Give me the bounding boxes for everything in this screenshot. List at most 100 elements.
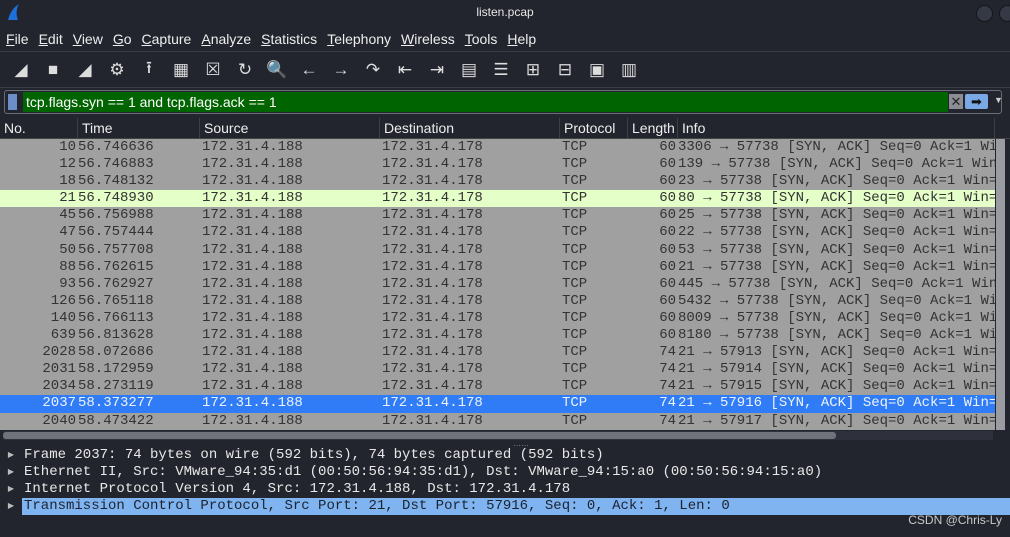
packet-info: 22 → 57738 [SYN, ACK] Seq=0 Ack=1 Win=64…: [678, 224, 995, 241]
shark-fin-start-icon[interactable]: ◢: [8, 57, 34, 83]
menu-edit[interactable]: Edit: [39, 31, 63, 47]
zoom-in-icon[interactable]: ⊞: [520, 57, 546, 83]
expand-arrow-icon[interactable]: ▶: [0, 498, 22, 515]
zoom-out-icon[interactable]: ⊟: [552, 57, 578, 83]
column-header-source[interactable]: Source: [200, 118, 380, 138]
column-header-no[interactable]: No.: [0, 118, 78, 138]
detail-tree-item[interactable]: ▶ Internet Protocol Version 4, Src: 172.3…: [0, 481, 1010, 498]
restart-fin-icon[interactable]: ◢: [72, 57, 98, 83]
packet-row[interactable]: 140 56.766113 172.31.4.188 172.31.4.178 TCP 6…: [0, 310, 995, 327]
go-to-packet-icon[interactable]: ↷: [360, 57, 386, 83]
detail-text: Frame 2037: 74 bytes on wire (592 bits),…: [24, 447, 604, 463]
expand-arrow-icon[interactable]: ▶: [0, 464, 22, 481]
packet-row[interactable]: 2031 58.172959 172.31.4.188 172.31.4.178 TCP…: [0, 361, 995, 378]
display-filter-bar: ✕ ➡ ▼: [4, 90, 1003, 114]
apply-filter-button[interactable]: ➡: [965, 94, 988, 109]
packet-no: 21: [59, 190, 76, 207]
packet-time: 56.766113: [78, 309, 154, 326]
packet-row[interactable]: 45 56.756988 172.31.4.188 172.31.4.178 TCP 60…: [0, 207, 995, 224]
vertical-scrollbar[interactable]: [996, 139, 1005, 430]
title-bar: listen.pcap: [0, 0, 1010, 26]
packet-len: 60: [659, 207, 676, 224]
packet-row[interactable]: 18 56.748132 172.31.4.188 172.31.4.178 TCP 60…: [0, 173, 995, 190]
packet-dst: 172.31.4.178: [382, 344, 483, 361]
normal-size-icon[interactable]: ▣: [584, 57, 610, 83]
packet-row[interactable]: 50 56.757708 172.31.4.188 172.31.4.178 TCP 60…: [0, 242, 995, 259]
go-back-icon[interactable]: ←: [296, 57, 322, 83]
packet-no: 126: [50, 292, 76, 309]
packet-row[interactable]: 126 56.765118 172.31.4.188 172.31.4.178 TCP 6…: [0, 293, 995, 310]
packet-row[interactable]: 47 56.757444 172.31.4.188 172.31.4.178 TCP 60…: [0, 224, 995, 241]
stop-square-icon[interactable]: ■: [40, 57, 66, 83]
menu-statistics[interactable]: Statistics: [261, 31, 317, 47]
menu-capture[interactable]: Capture: [142, 31, 192, 47]
menu-tools[interactable]: Tools: [465, 31, 498, 47]
colorize-icon[interactable]: ☰: [488, 57, 514, 83]
packet-proto: TCP: [562, 327, 588, 344]
packet-row[interactable]: 2037 58.373277 172.31.4.188 172.31.4.178 TCP…: [0, 395, 995, 413]
close-file-icon[interactable]: ☒: [200, 57, 226, 83]
open-file-icon[interactable]: ⭱: [136, 57, 162, 83]
options-gear-icon[interactable]: ⚙: [104, 57, 130, 83]
scrollbar-thumb[interactable]: [3, 432, 836, 439]
packet-len: 74: [659, 378, 676, 395]
packet-row[interactable]: 93 56.762927 172.31.4.188 172.31.4.178 TCP 60…: [0, 276, 995, 293]
save-file-icon[interactable]: ▦: [168, 57, 194, 83]
menu-go[interactable]: Go: [113, 31, 132, 47]
packet-time: 56.746883: [78, 156, 154, 173]
autoscroll-icon[interactable]: ▤: [456, 57, 482, 83]
packet-time: 56.757444: [78, 224, 154, 241]
filter-history-dropdown[interactable]: ▼: [994, 95, 1003, 105]
column-header-protocol[interactable]: Protocol: [560, 118, 628, 138]
column-header-time[interactable]: Time: [78, 118, 200, 138]
menu-telephony[interactable]: Telephony: [327, 31, 391, 47]
resize-columns-icon[interactable]: ▥: [616, 57, 642, 83]
packet-proto: TCP: [562, 156, 588, 173]
packet-row[interactable]: 10 56.746636 172.31.4.188 172.31.4.178 TCP 60…: [0, 139, 995, 156]
detail-text: Internet Protocol Version 4, Src: 172.31…: [24, 481, 571, 497]
detail-tree-item[interactable]: ▶ Ethernet II, Src: VMware_94:35:d1 (00:5…: [0, 464, 1010, 481]
first-packet-icon[interactable]: ⇤: [392, 57, 418, 83]
packet-src: 172.31.4.188: [202, 207, 303, 224]
detail-tree-item[interactable]: ▶ Frame 2037: 74 bytes on wire (592 bits)…: [0, 447, 1010, 464]
last-packet-icon[interactable]: ⇥: [424, 57, 450, 83]
packet-row[interactable]: 21 56.748930 172.31.4.188 172.31.4.178 TCP 60…: [0, 190, 995, 208]
packet-no: 10: [59, 139, 76, 155]
expand-arrow-icon[interactable]: ▶: [0, 447, 22, 464]
packet-row[interactable]: 2040 58.473422 172.31.4.188 172.31.4.178 TCP…: [0, 413, 995, 430]
packet-len: 60: [659, 224, 676, 241]
menu-analyze[interactable]: Analyze: [201, 31, 251, 47]
packet-no: 45: [59, 207, 76, 224]
menu-wireless[interactable]: Wireless: [401, 31, 455, 47]
horizontal-scrollbar[interactable]: [3, 431, 993, 440]
packet-row[interactable]: 88 56.762615 172.31.4.188 172.31.4.178 TCP 60…: [0, 259, 995, 276]
packet-no: 93: [59, 275, 76, 292]
packet-row[interactable]: 2034 58.273119 172.31.4.188 172.31.4.178 TCP…: [0, 378, 995, 395]
packet-row[interactable]: 12 56.746883 172.31.4.188 172.31.4.178 TCP 60…: [0, 156, 995, 173]
go-forward-icon[interactable]: →: [328, 57, 354, 83]
bookmark-icon[interactable]: [8, 94, 17, 110]
packet-row[interactable]: 639 56.813628 172.31.4.188 172.31.4.178 TCP 6…: [0, 327, 995, 344]
display-filter-input[interactable]: [23, 92, 948, 112]
packet-time: 58.273119: [78, 378, 154, 395]
scrollbar-thumb[interactable]: [996, 139, 1005, 430]
maximize-button[interactable]: [999, 5, 1010, 22]
expand-arrow-icon[interactable]: ▶: [0, 481, 22, 498]
column-header-length[interactable]: Length: [628, 118, 678, 138]
packet-len: 60: [659, 139, 676, 155]
reload-file-icon[interactable]: ↻: [232, 57, 258, 83]
column-header-info[interactable]: Info: [678, 118, 995, 138]
clear-filter-button[interactable]: ✕: [949, 94, 963, 109]
minimize-button[interactable]: [976, 5, 993, 22]
packet-src: 172.31.4.188: [202, 395, 303, 412]
packet-info: 23 → 57738 [SYN, ACK] Seq=0 Ack=1 Win=64…: [678, 173, 995, 190]
packet-len: 60: [659, 156, 676, 173]
column-header-destination[interactable]: Destination: [380, 118, 560, 138]
menu-file[interactable]: File: [6, 31, 29, 47]
packet-row[interactable]: 2028 58.072686 172.31.4.188 172.31.4.178 TCP…: [0, 344, 995, 361]
find-packet-icon[interactable]: 🔍: [264, 57, 290, 83]
detail-tree-item[interactable]: ▶ Transmission Control Protocol, Src Port…: [0, 498, 1010, 515]
menu-help[interactable]: Help: [507, 31, 536, 47]
menu-view[interactable]: View: [73, 31, 103, 47]
packet-len: 60: [659, 327, 676, 344]
